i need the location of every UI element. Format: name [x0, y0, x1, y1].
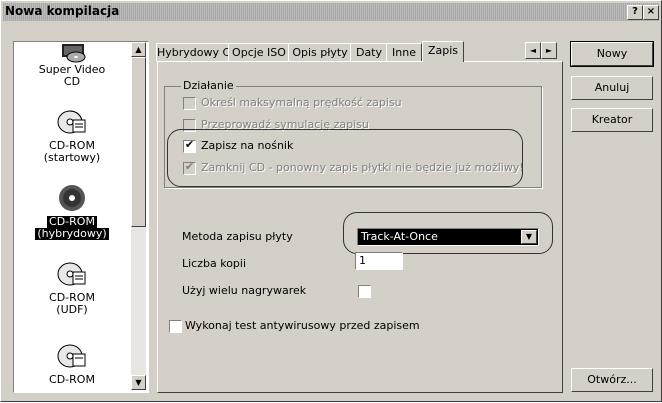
video-cd-icon	[54, 42, 90, 64]
tab-hybrydowy-cd[interactable]: Hybrydowy CD	[156, 43, 239, 61]
tab-opis-plyty[interactable]: Opis płyty	[288, 43, 352, 61]
list-item-label: CD	[63, 75, 81, 88]
highlight-oval	[167, 129, 523, 187]
list-item-cd-rom-udf[interactable]: CD-ROM (UDF)	[14, 258, 130, 316]
hybrid-cd-icon	[55, 182, 89, 214]
scroll-thumb[interactable]	[131, 57, 146, 227]
open-button[interactable]: Otwórz...	[571, 368, 653, 392]
wizard-button[interactable]: Kreator	[571, 108, 653, 132]
list-item-super-video-cd[interactable]: Super Video CD	[14, 42, 130, 88]
udf-cd-icon	[55, 258, 89, 290]
list-item-cd-rom[interactable]: CD-ROM	[14, 340, 130, 386]
new-button[interactable]: Nowy	[570, 41, 654, 67]
list-item-label: (UDF)	[56, 303, 88, 316]
multi-recorders-checkbox[interactable]	[358, 285, 371, 298]
write-method-select[interactable]: Track-At-Once ▼	[357, 228, 539, 246]
list-scrollbar[interactable]: ▲ ▼	[131, 42, 146, 390]
multi-recorders-label: Użyj wielu nagrywarek	[182, 284, 307, 297]
title-bar[interactable]: Nowa kompilacja ? ×	[3, 3, 659, 21]
max-speed-label: Określ maksymalną prędkość zapisu	[201, 96, 402, 109]
max-speed-checkbox[interactable]	[183, 97, 196, 110]
antivirus-label: Wykonaj test antywirusowy przed zapisem	[185, 319, 420, 332]
tab-opcje-iso[interactable]: Opcje ISO	[228, 43, 290, 61]
tab-scroll-right-icon[interactable]: ►	[541, 42, 557, 59]
copies-value: 1	[359, 254, 366, 267]
tab-daty[interactable]: Daty	[350, 43, 388, 61]
chevron-down-icon[interactable]: ▼	[521, 230, 537, 244]
list-item-cd-rom-hybrid[interactable]: CD-ROM (hybrydowy)	[14, 182, 130, 240]
write-method-value: Track-At-Once	[361, 230, 438, 243]
dialog-window: Nowa kompilacja ? × Super Video CD CD-RO…	[0, 0, 662, 402]
compilation-type-list[interactable]: Super Video CD CD-ROM (startowy) CD-ROM …	[13, 41, 149, 393]
help-button[interactable]: ?	[627, 5, 643, 20]
list-item-label: (hybrydowy)	[35, 227, 109, 240]
list-item-label: (startowy)	[43, 151, 101, 164]
cancel-button[interactable]: Anuluj	[571, 76, 653, 100]
copies-label: Liczba kopii	[182, 257, 247, 270]
cd-icon	[55, 340, 89, 372]
window-title: Nowa kompilacja	[5, 4, 120, 18]
write-method-label: Metoda zapisu płyty	[182, 230, 293, 243]
list-item-label: CD-ROM	[49, 373, 95, 386]
close-button[interactable]: ×	[643, 5, 659, 20]
action-group-title: Działanie	[181, 79, 236, 92]
list-item-cd-rom-bootable[interactable]: CD-ROM (startowy)	[14, 106, 130, 164]
copies-input[interactable]: 1	[355, 252, 403, 270]
bootable-cd-icon	[55, 106, 89, 138]
tab-zapis[interactable]: Zapis	[422, 41, 464, 62]
scroll-up-arrow-icon[interactable]: ▲	[131, 42, 146, 57]
scroll-down-arrow-icon[interactable]: ▼	[131, 375, 146, 390]
tab-inne[interactable]: Inne	[386, 43, 422, 61]
tab-scroll-left-icon[interactable]: ◄	[525, 42, 541, 59]
antivirus-checkbox[interactable]	[169, 320, 182, 333]
